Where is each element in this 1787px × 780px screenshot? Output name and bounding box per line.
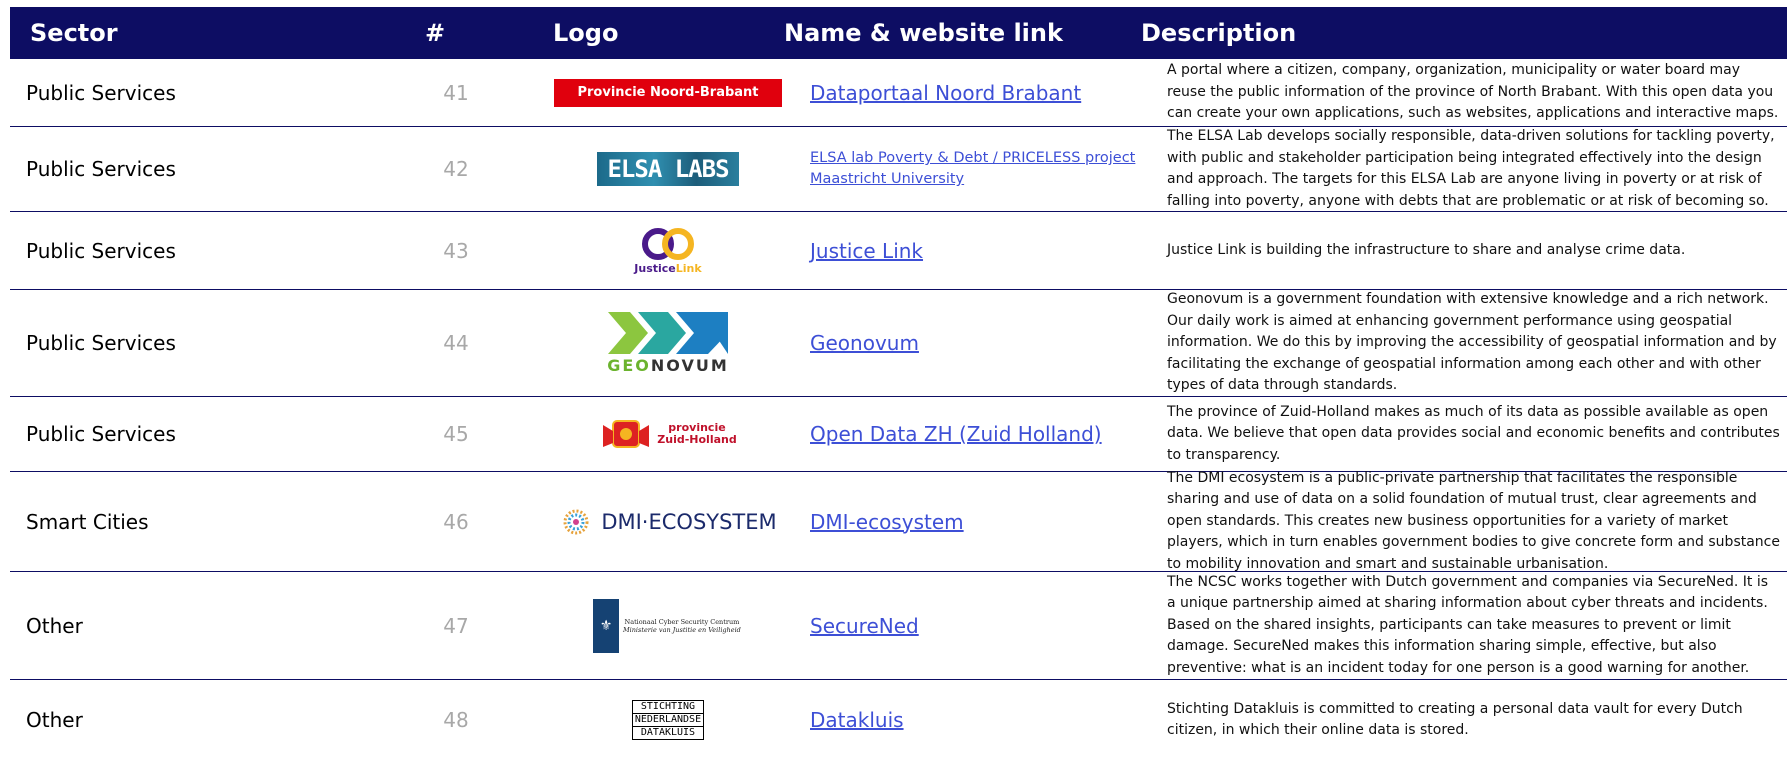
number-cell: 44 <box>443 331 469 355</box>
datakluis-link[interactable]: Datakluis <box>810 708 904 732</box>
logo-cell: DMI·ECOSYSTEM <box>536 509 800 535</box>
table-row: Other 47 ⚜ Nationaal Cyber Security Cent… <box>10 572 1787 680</box>
open-data-zh-link[interactable]: Open Data ZH (Zuid Holland) <box>810 422 1102 446</box>
ncsc-logo: ⚜ Nationaal Cyber Security Centrum Minis… <box>593 598 743 653</box>
description-cell: A portal where a citizen, company, organ… <box>1167 62 1779 122</box>
number-cell: 47 <box>443 613 469 638</box>
number-cell: 42 <box>443 157 469 181</box>
dmi-dots-icon <box>563 509 589 534</box>
table-row: Other 48 STICHTING NEDERLANDSE DATAKLUIS… <box>10 680 1787 760</box>
description-cell: Geonovum is a government foundation with… <box>1167 291 1777 394</box>
table-row: Public Services 45 provincie Zuid-Hollan… <box>10 397 1787 472</box>
logo-cell: ⚜ Nationaal Cyber Security Centrum Minis… <box>536 598 800 653</box>
header-sector: Sector <box>30 19 118 47</box>
header-description: Description <box>1141 19 1297 47</box>
description-cell: The NCSC works together with Dutch gover… <box>1167 573 1769 676</box>
number-cell: 46 <box>443 509 469 534</box>
description-cell: The province of Zuid-Holland makes as mu… <box>1167 403 1780 463</box>
logo-cell: GEONOVUM <box>536 311 800 375</box>
sector-cell: Public Services <box>26 238 176 263</box>
logo-cell: STICHTING NEDERLANDSE DATAKLUIS <box>536 700 800 740</box>
coat-of-arms-icon <box>603 420 650 448</box>
sector-cell: Public Services <box>26 331 176 355</box>
elsa-labs-logo: ELSA LABS <box>597 152 739 186</box>
number-cell: 41 <box>443 80 469 105</box>
number-cell: 48 <box>443 708 469 732</box>
table-row: Public Services 44 GEONOVUM Geonovum Geo… <box>10 290 1787 397</box>
logo-cell: provincie Zuid-Holland <box>536 417 800 451</box>
sector-cell: Public Services <box>26 422 176 446</box>
table-row: Public Services 42 ELSA LABS ELSA lab Po… <box>10 127 1787 212</box>
securened-link[interactable]: SecureNed <box>810 614 919 638</box>
description-cell: Justice Link is building the infrastruct… <box>1167 241 1686 258</box>
description-cell: The ELSA Lab develops socially responsib… <box>1167 128 1775 209</box>
sector-cell: Public Services <box>26 157 176 181</box>
table-row: Smart Cities 46 DMI·ECOSYSTEM DMI-ecosys… <box>10 470 1787 572</box>
table-row: Public Services 41 Provincie Noord-Braba… <box>10 59 1787 127</box>
provincie-noord-brabant-logo: Provincie Noord-Brabant <box>554 78 782 107</box>
dmi-ecosystem-logo: DMI·ECOSYSTEM <box>559 509 777 535</box>
partner-table: Sector # Logo Name & website link Descri… <box>10 7 1787 760</box>
logo-cell: Provincie Noord-Brabant <box>536 78 800 107</box>
sector-cell: Public Services <box>26 80 176 105</box>
logo-cell: JusticeLink <box>536 227 800 275</box>
geonovum-link[interactable]: Geonovum <box>810 331 919 355</box>
provincie-zuid-holland-logo: provincie Zuid-Holland <box>599 417 737 451</box>
dataportaal-noord-brabant-link[interactable]: Dataportaal Noord Brabant <box>810 81 1081 105</box>
sector-cell: Other <box>26 613 83 638</box>
table-header: Sector # Logo Name & website link Descri… <box>10 7 1787 59</box>
description-cell: Stichting Datakluis is committed to crea… <box>1167 700 1743 739</box>
stichting-datakluis-logo: STICHTING NEDERLANDSE DATAKLUIS <box>631 700 705 740</box>
geonovum-logo: GEONOVUM <box>607 311 729 375</box>
justice-link-rings-icon <box>641 227 694 260</box>
header-logo: Logo <box>553 19 619 47</box>
description-cell: The DMI ecosystem is a public-private pa… <box>1167 469 1780 572</box>
number-cell: 43 <box>443 238 469 263</box>
header-number: # <box>425 19 446 47</box>
elsa-lab-poverty-link[interactable]: ELSA lab Poverty & Debt / PRICELESS proj… <box>810 148 1167 190</box>
table-row: Public Services 43 JusticeLink Justice L… <box>10 212 1787 290</box>
geonovum-shapes-icon <box>608 311 728 354</box>
sector-cell: Smart Cities <box>26 509 149 534</box>
justice-link-link[interactable]: Justice Link <box>810 239 923 263</box>
header-name: Name & website link <box>784 19 1063 47</box>
number-cell: 45 <box>443 422 469 446</box>
justice-link-logo: JusticeLink <box>634 227 702 275</box>
dmi-ecosystem-link[interactable]: DMI-ecosystem <box>810 510 964 534</box>
sector-cell: Other <box>26 708 83 732</box>
logo-cell: ELSA LABS <box>536 152 800 186</box>
rijksoverheid-lint-icon: ⚜ <box>593 598 619 653</box>
